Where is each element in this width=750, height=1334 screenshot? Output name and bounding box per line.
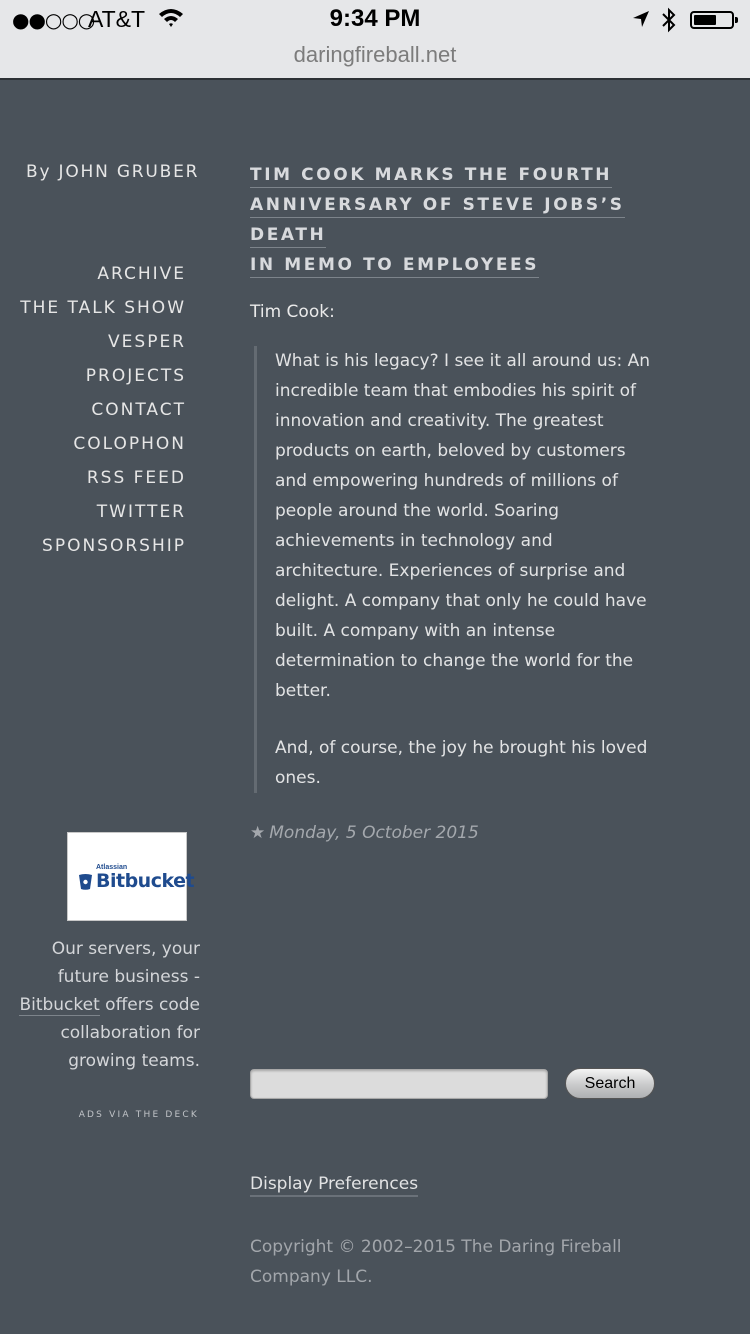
bitbucket-logo-icon bbox=[79, 874, 92, 890]
search-input[interactable] bbox=[250, 1069, 548, 1099]
status-bar: ●●○○○ AT&T 9:34 PM bbox=[0, 0, 750, 40]
bluetooth-icon bbox=[662, 7, 676, 33]
ad-link[interactable]: Bitbucket bbox=[19, 995, 100, 1016]
copyright: Copyright © 2002–2015 The Daring Firebal… bbox=[250, 1237, 622, 1287]
nav-contact[interactable]: CONTACT bbox=[20, 398, 186, 432]
nav-vesper[interactable]: VESPER bbox=[20, 330, 186, 364]
url-bar[interactable]: daringfireball.net bbox=[0, 42, 750, 68]
ads-via-the-deck-link[interactable]: ADS VIA THE DECK bbox=[79, 1110, 199, 1120]
search-button[interactable]: Search bbox=[565, 1068, 655, 1099]
browser-chrome: ●●○○○ AT&T 9:34 PM daringfireball.net bbox=[0, 0, 750, 80]
title-line[interactable]: TIM COOK MARKS THE FOURTH bbox=[250, 165, 613, 188]
nav-colophon[interactable]: COLOPHON bbox=[20, 432, 186, 466]
site-nav: ARCHIVE THE TALK SHOW VESPER PROJECTS CO… bbox=[20, 262, 186, 568]
dateline: ★ Monday, 5 October 2015 bbox=[250, 823, 660, 843]
nav-archive[interactable]: ARCHIVE bbox=[20, 262, 186, 296]
post-date: Monday, 5 October 2015 bbox=[269, 823, 479, 843]
blockquote: What is his legacy? I see it all around … bbox=[254, 346, 660, 793]
nav-rss-feed[interactable]: RSS FEED bbox=[20, 466, 186, 500]
article-intro: Tim Cook: bbox=[250, 302, 335, 322]
quote-paragraph: And, of course, the joy he brought his l… bbox=[275, 738, 648, 788]
sponsor-ad-text: Our servers, your future business - Bitb… bbox=[10, 935, 200, 1075]
quote-paragraph: What is his legacy? I see it all around … bbox=[275, 351, 651, 701]
nav-projects[interactable]: PROJECTS bbox=[20, 364, 186, 398]
nav-the-talk-show[interactable]: THE TALK SHOW bbox=[20, 296, 186, 330]
ad-logo-text: Bitbucket bbox=[96, 870, 195, 892]
sponsor-ad-image[interactable]: Atlassian Bitbucket bbox=[67, 832, 195, 921]
title-line[interactable]: ANNIVERSARY OF STEVE JOBS’S DEATH bbox=[250, 195, 625, 248]
article: TIM COOK MARKS THE FOURTH ANNIVERSARY OF… bbox=[250, 160, 660, 843]
article-title-link[interactable]: TIM COOK MARKS THE FOURTH ANNIVERSARY OF… bbox=[250, 160, 660, 280]
byline[interactable]: By JOHN GRUBER bbox=[26, 162, 199, 182]
title-line[interactable]: IN MEMO TO EMPLOYEES bbox=[250, 255, 540, 278]
ad-text-before: Our servers, your future business - bbox=[51, 939, 200, 987]
display-preferences-link[interactable]: Display Preferences bbox=[250, 1174, 419, 1197]
star-icon[interactable]: ★ bbox=[250, 823, 265, 843]
nav-sponsorship[interactable]: SPONSORSHIP bbox=[20, 534, 186, 568]
nav-twitter[interactable]: TWITTER bbox=[20, 500, 186, 534]
location-arrow-icon bbox=[633, 11, 649, 27]
battery-icon bbox=[690, 11, 738, 29]
